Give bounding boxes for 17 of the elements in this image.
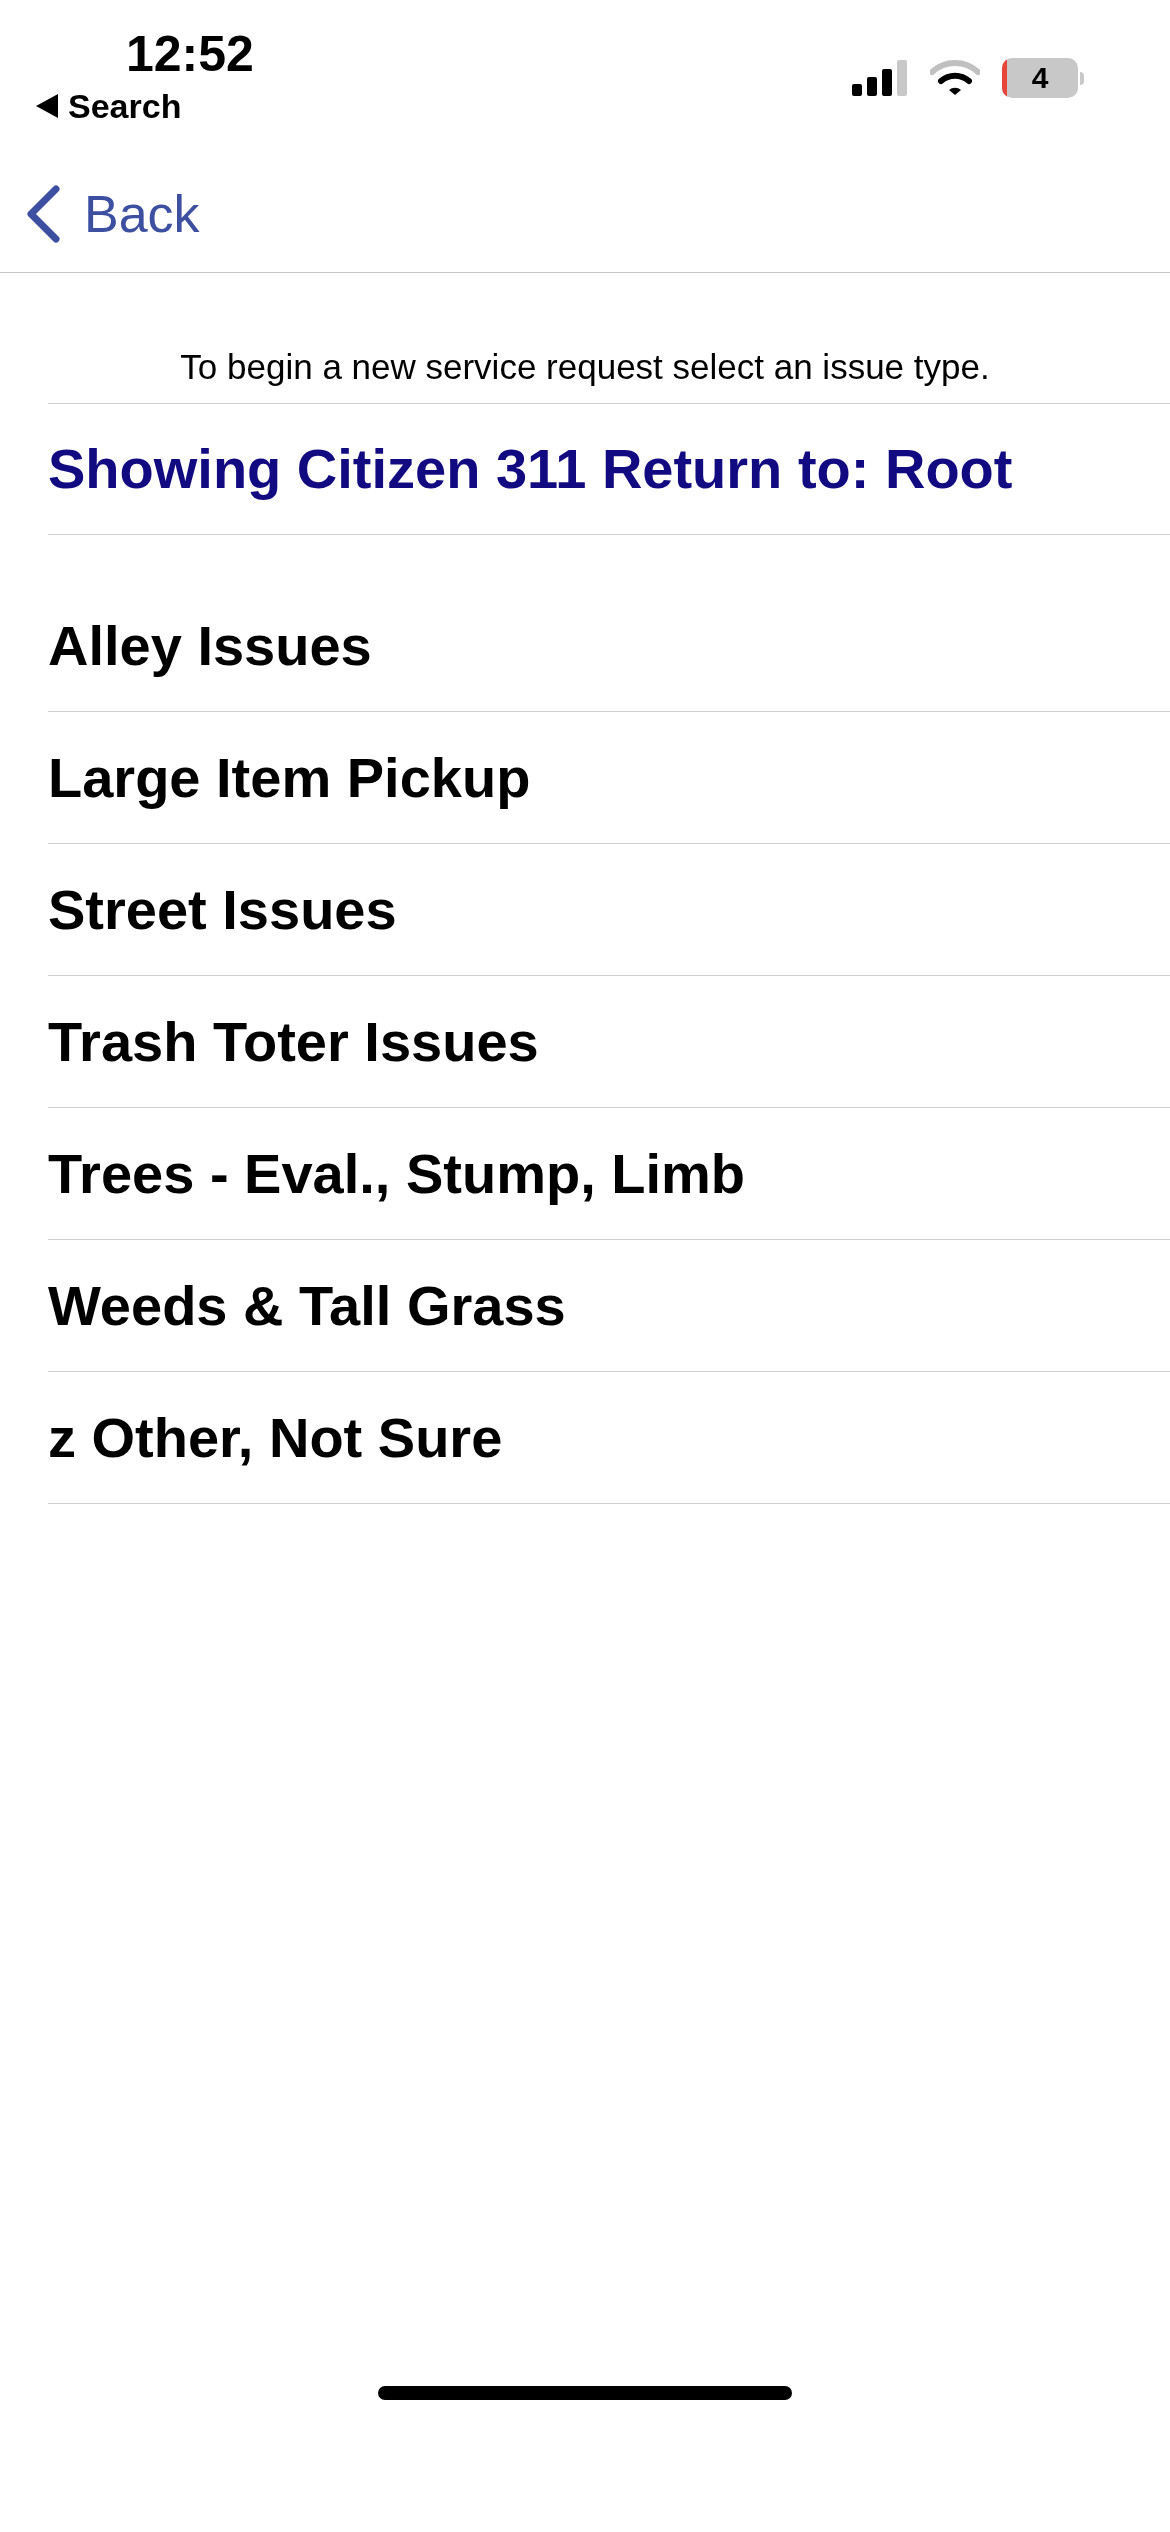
issue-type-item[interactable]: Trees - Eval., Stump, Limb [48,1108,1170,1240]
issue-type-item[interactable]: Street Issues [48,844,1170,976]
section-heading: Showing Citizen 311 Return to: Root [48,437,1013,501]
issue-type-item[interactable]: Weeds & Tall Grass [48,1240,1170,1372]
back-button[interactable]: Back [26,183,200,244]
back-triangle-icon[interactable] [36,94,58,118]
intro-text: To begin a new service request select an issue type. [180,346,990,388]
issue-type-item[interactable]: Large Item Pickup [48,712,1170,844]
chevron-left-icon [26,184,60,243]
wifi-icon [930,60,980,96]
issue-type-item[interactable]: Alley Issues [48,580,1170,712]
status-time: 12:52 [126,25,254,84]
issue-type-item[interactable]: z Other, Not Sure [48,1372,1170,1504]
issue-type-item[interactable]: Trash Toter Issues [48,976,1170,1108]
back-to-app-link[interactable]: Search [68,86,182,126]
signal-icon [852,60,908,96]
battery-level: 4 [1031,63,1049,93]
